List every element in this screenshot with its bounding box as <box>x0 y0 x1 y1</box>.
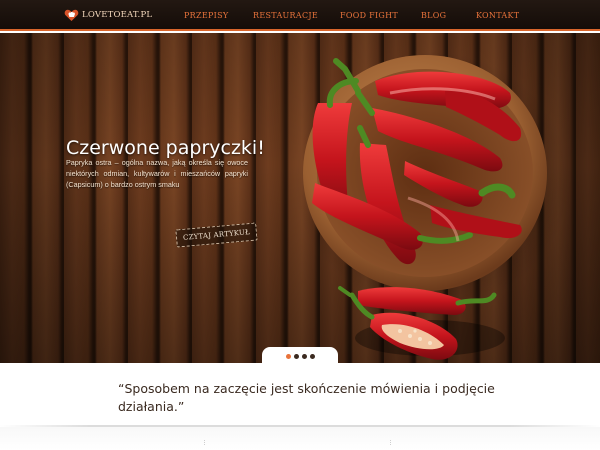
hero-image <box>294 51 570 360</box>
hero-title: Czerwone papryczki! <box>66 137 265 159</box>
hero-slider: Czerwone papryczki! Papryka ostra – ogól… <box>0 33 600 363</box>
nav-item-kontakt[interactable]: KONTAKT <box>476 0 519 31</box>
logo-text: LOVETOEAT.PL <box>82 10 153 20</box>
nav-item-przepisy[interactable]: PRZEPISY <box>184 0 229 31</box>
slider-pagination <box>286 354 315 359</box>
column-divider <box>390 440 391 445</box>
slide-dot-2[interactable] <box>294 354 299 359</box>
column-divider <box>204 440 205 445</box>
logo[interactable]: LOVETOEAT.PL <box>64 7 152 23</box>
quote-section: “Sposobem na zaczęcie jest skończenie mó… <box>0 363 600 426</box>
top-navbar: LOVETOEAT.PL PRZEPISY RESTAURACJE FOOD F… <box>0 0 600 31</box>
slide-dot-3[interactable] <box>302 354 307 359</box>
hero-description: Papryka ostra – ogólna nazwa, jaką okreś… <box>66 158 248 189</box>
slide-dot-4[interactable] <box>310 354 315 359</box>
quote-text: “Sposobem na zaczęcie jest skończenie mó… <box>118 381 495 414</box>
nav-item-restauracje[interactable]: RESTAURACJE <box>253 0 318 31</box>
nav-item-food-fight[interactable]: FOOD FIGHT <box>340 0 398 31</box>
slide-dot-1[interactable] <box>286 354 291 359</box>
content-area-top <box>0 427 600 450</box>
heart-chef-hat-icon <box>64 9 79 21</box>
nav-item-blog[interactable]: BLOG <box>421 0 446 31</box>
